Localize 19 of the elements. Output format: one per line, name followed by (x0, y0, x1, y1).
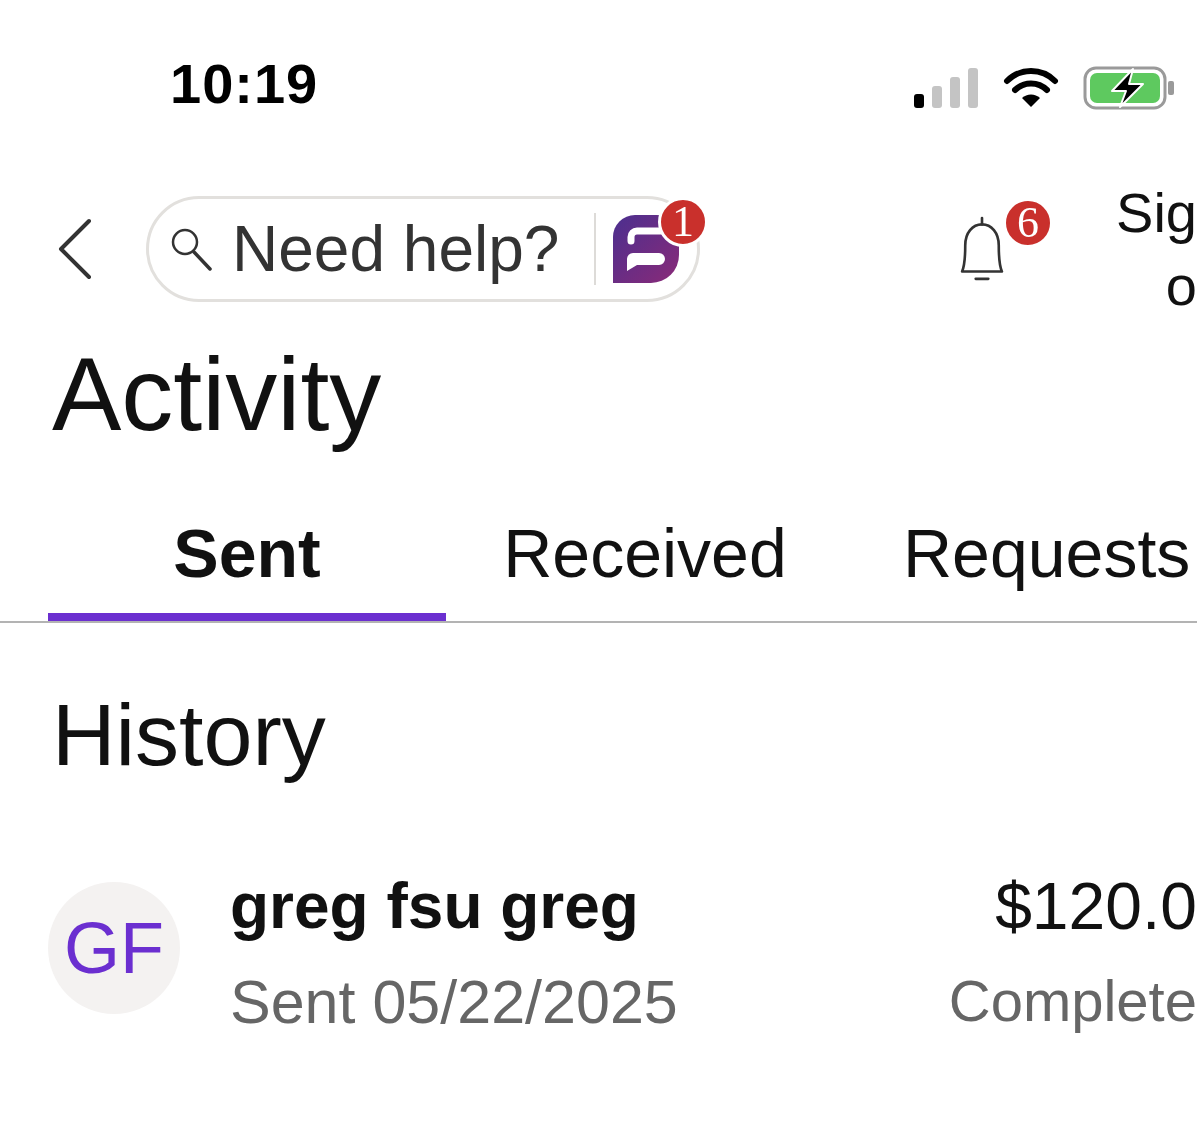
search-icon (170, 227, 212, 271)
header-link[interactable]: Sig o (1116, 176, 1197, 322)
bell-icon[interactable] (960, 216, 1004, 282)
wifi-icon (1003, 68, 1059, 108)
section-title: History (51, 687, 326, 783)
battery-charging-icon (1083, 66, 1175, 110)
contact-name: greg fsu greg (230, 869, 639, 944)
avatar: GF (48, 882, 180, 1014)
status-time: 10:19 (170, 52, 319, 116)
search-field[interactable]: Need help? (232, 211, 580, 287)
notification-badge: 6 (1003, 198, 1053, 248)
transaction-date: Sent 05/22/2025 (230, 967, 678, 1038)
signal-icon (914, 68, 978, 108)
transaction-status: Complete (948, 967, 1197, 1035)
notification-badge: 1 (658, 197, 708, 247)
transaction-amount: $120.0 (995, 868, 1197, 944)
tab[interactable]: Requests (844, 513, 1197, 621)
tab[interactable]: Sent (48, 513, 446, 621)
tab[interactable]: Received (446, 513, 844, 621)
